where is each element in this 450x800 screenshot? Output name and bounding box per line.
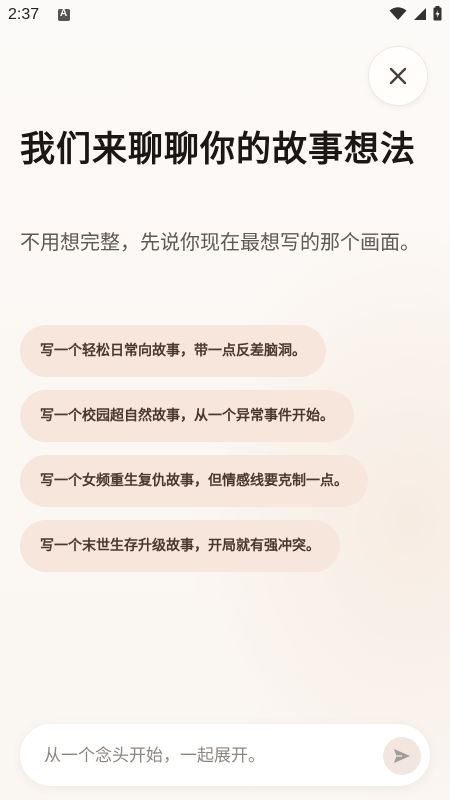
send-icon bbox=[394, 749, 410, 763]
close-icon bbox=[389, 67, 407, 85]
battery-icon bbox=[433, 6, 442, 21]
signal-icon bbox=[414, 7, 426, 20]
suggestion-chip-rebirth[interactable]: 写一个女频重生复仇故事，但情感线要克制一点。 bbox=[20, 455, 368, 507]
suggestion-chip-campus[interactable]: 写一个校园超自然故事，从一个异常事件开始。 bbox=[20, 390, 354, 442]
story-input[interactable] bbox=[42, 724, 366, 788]
close-button[interactable] bbox=[368, 46, 428, 106]
page-title: 我们来聊聊你的故事想法 bbox=[20, 130, 417, 170]
suggestion-chip-apocalypse[interactable]: 写一个末世生存升级故事，开局就有强冲突。 bbox=[20, 520, 340, 572]
suggestion-chip-daily[interactable]: 写一个轻松日常向故事，带一点反差脑洞。 bbox=[20, 325, 326, 377]
navigation-handle bbox=[0, 794, 450, 800]
status-bar: 2:37 bbox=[0, 0, 450, 32]
send-button[interactable] bbox=[383, 737, 421, 775]
page-subtitle: 不用想完整，先说你现在最想写的那个画面。 bbox=[20, 230, 420, 254]
status-time: 2:37 bbox=[8, 6, 40, 23]
app-notification-icon bbox=[58, 8, 70, 21]
wifi-icon bbox=[389, 6, 407, 20]
status-icons bbox=[389, 6, 442, 21]
composer bbox=[20, 724, 430, 788]
